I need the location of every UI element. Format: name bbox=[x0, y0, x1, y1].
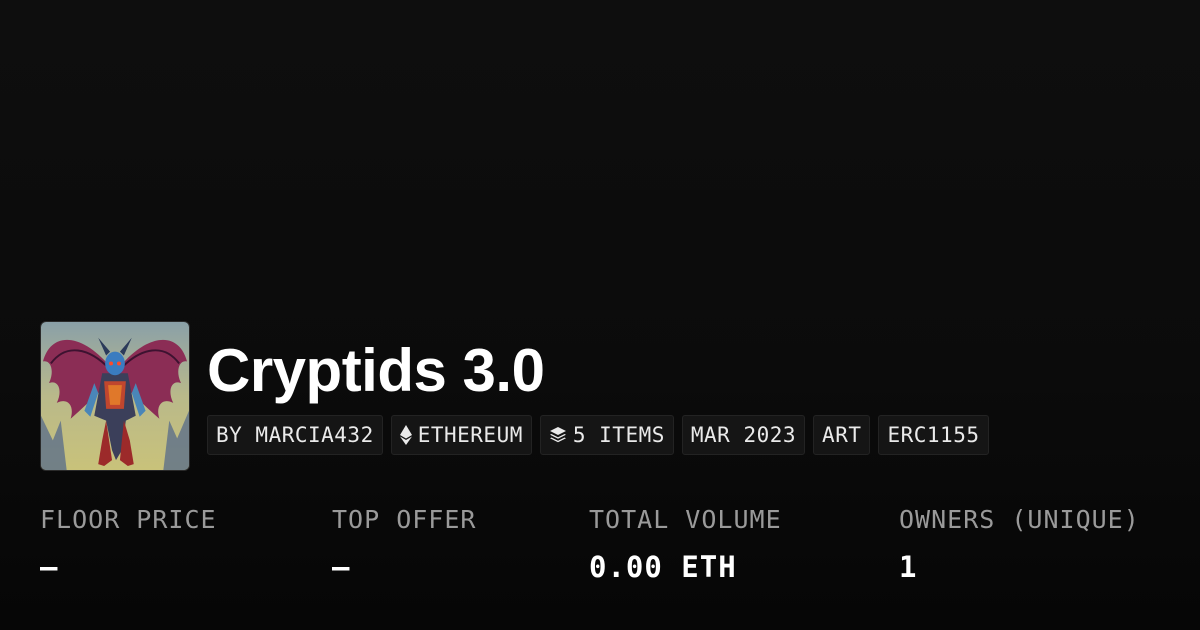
tag-date: MAR 2023 bbox=[681, 415, 806, 455]
tag-creator[interactable]: BY MARCIA432 bbox=[207, 415, 383, 455]
ethereum-icon bbox=[399, 425, 412, 445]
stat-total-volume-value: 0.00 ETH bbox=[589, 550, 737, 584]
tag-date-label: MAR 2023 bbox=[690, 423, 797, 447]
stat-total-volume: TOTAL VOLUME 0.00 ETH bbox=[589, 505, 782, 584]
stat-total-volume-label: TOTAL VOLUME bbox=[589, 505, 782, 534]
collection-tags: BY MARCIA432 ETHEREUM 5 ITEMS MAR 2023 A… bbox=[207, 415, 997, 455]
collection-image bbox=[40, 321, 190, 471]
stat-top-offer-value: — bbox=[332, 550, 351, 584]
tag-category-label: ART bbox=[822, 423, 862, 447]
collection-title: Cryptids 3.0 bbox=[207, 337, 545, 404]
tag-standard: ERC1155 bbox=[878, 415, 989, 455]
tag-chain-label: ETHEREUM bbox=[417, 423, 523, 447]
tag-standard-label: ERC1155 bbox=[887, 423, 980, 447]
stat-floor-price-value: — bbox=[40, 550, 59, 584]
stat-top-offer-label: TOP OFFER bbox=[332, 505, 477, 534]
stat-owners: OWNERS (UNIQUE) 1 bbox=[899, 505, 1140, 584]
stat-top-offer: TOP OFFER — bbox=[332, 505, 476, 584]
tag-category[interactable]: ART bbox=[813, 415, 871, 455]
layers-icon bbox=[549, 426, 567, 444]
stat-floor-price-label: FLOOR PRICE bbox=[40, 505, 217, 534]
tag-creator-label: BY MARCIA432 bbox=[216, 423, 374, 447]
tag-chain[interactable]: ETHEREUM bbox=[390, 415, 532, 455]
collection-info: Cryptids 3.0 BY MARCIA432 ETHEREUM 5 ITE… bbox=[207, 321, 997, 455]
collection-header: Cryptids 3.0 BY MARCIA432 ETHEREUM 5 ITE… bbox=[40, 321, 997, 471]
stat-floor-price: FLOOR PRICE — bbox=[40, 505, 217, 584]
demon-artwork-icon bbox=[41, 322, 189, 470]
stat-owners-value: 1 bbox=[899, 550, 918, 584]
tag-items-label: 5 ITEMS bbox=[572, 423, 665, 447]
tag-items[interactable]: 5 ITEMS bbox=[539, 415, 674, 455]
stat-owners-label: OWNERS (UNIQUE) bbox=[899, 505, 1140, 534]
